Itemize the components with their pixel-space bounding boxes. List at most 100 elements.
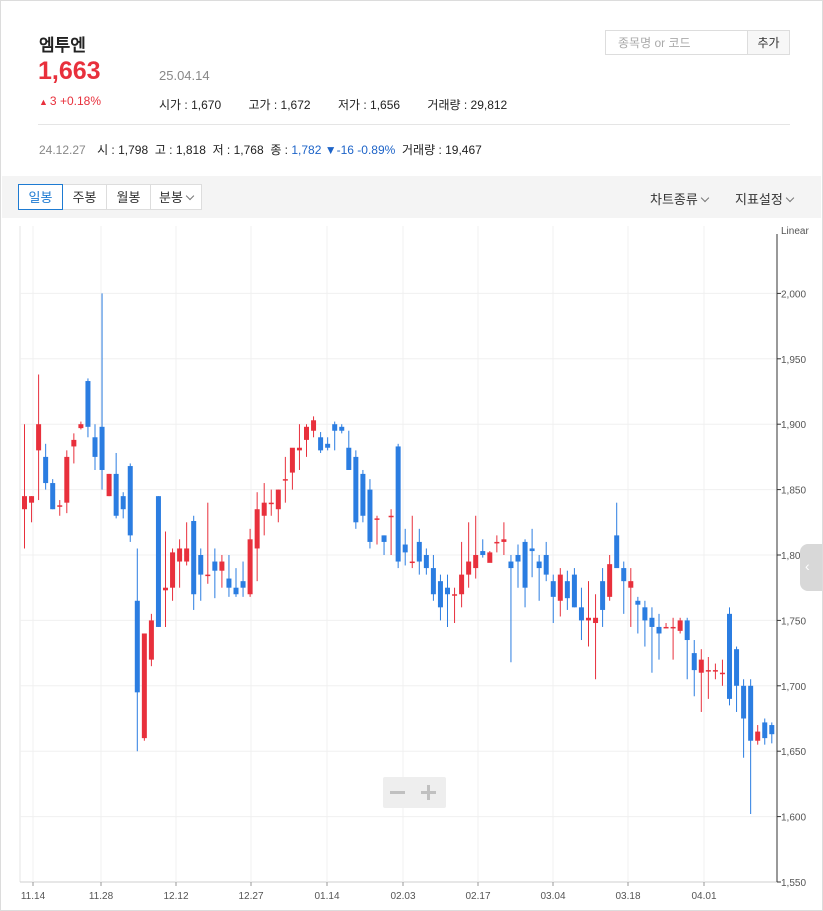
candle (113, 452, 119, 519)
scale-label: Linear (781, 226, 809, 237)
candle-body (29, 496, 35, 503)
tab-monthly[interactable]: 월봉 (106, 184, 151, 210)
quote-summary: 시가 : 1,670 고가 : 1,672 저가 : 1,656 거래량 : 2… (159, 96, 531, 113)
candle (198, 548, 204, 601)
candle-body (254, 509, 260, 549)
candle-body (719, 672, 725, 675)
candle (155, 496, 161, 627)
tab-daily[interactable]: 일봉 (18, 184, 63, 210)
candle-body (296, 447, 302, 451)
side-panel-handle[interactable]: ‹ (800, 544, 822, 591)
candle (127, 463, 133, 542)
candle-body (494, 541, 500, 544)
candle-body (85, 381, 91, 427)
chevron-left-icon: ‹ (805, 558, 810, 574)
candle-body (163, 587, 168, 591)
candle-body (473, 555, 479, 569)
candle-body (508, 561, 514, 569)
chart-type-menu[interactable]: 차트종류 (650, 189, 710, 208)
tab-minute[interactable]: 분봉 (150, 184, 202, 210)
candle (452, 587, 458, 624)
candle (233, 568, 239, 597)
y-tick-label: 1,550 (781, 878, 806, 889)
x-tick-label: 03.18 (615, 891, 640, 902)
candle (78, 421, 84, 430)
candle (635, 596, 641, 634)
candle (36, 374, 42, 501)
high-price: 고가 : 1,672 (248, 98, 311, 112)
candle-body (600, 581, 606, 610)
candle (296, 424, 302, 470)
candle-body (184, 548, 190, 562)
candle (480, 539, 486, 558)
candle-body (282, 479, 288, 481)
candle-body (430, 568, 436, 595)
candle (649, 607, 655, 673)
candle (691, 640, 697, 697)
candle (381, 535, 387, 555)
add-button[interactable]: 추가 (747, 30, 790, 55)
candle-body (275, 489, 281, 510)
candle (395, 443, 401, 569)
zoom-in-button-vertical (427, 785, 430, 800)
candle (522, 539, 528, 608)
candlestick-chart[interactable]: 1,5501,6001,6501,7001,7501,8001,8501,900… (1, 218, 822, 910)
candle-body (452, 594, 458, 596)
candle (141, 633, 147, 741)
candle-body (360, 473, 366, 516)
candle-body (423, 555, 429, 569)
tab-weekly[interactable]: 주봉 (62, 184, 107, 210)
candle (607, 555, 613, 601)
candle (614, 502, 620, 569)
candle (148, 613, 154, 667)
candle-body (99, 426, 105, 470)
candle-body (437, 581, 443, 608)
zoom-out-button[interactable] (390, 791, 405, 794)
change-percent: +0.18% (59, 94, 101, 108)
candle-body (734, 649, 740, 686)
y-tick-label: 2,000 (781, 289, 806, 300)
candle-body (289, 447, 295, 473)
hover-low: 저 : 1,768 (212, 143, 264, 157)
candle (275, 489, 281, 523)
chart-widget: 엠투엔 1,663 ▲ 3 +0.18% 25.04.14 시가 : 1,670 … (0, 0, 823, 911)
zoom-controls (383, 777, 446, 808)
candle-body (78, 424, 84, 429)
candle (508, 555, 514, 663)
candle (268, 489, 274, 516)
candle (289, 447, 295, 490)
candle-body (515, 555, 521, 562)
candle-body (332, 424, 338, 431)
candle (226, 555, 232, 597)
candle-body (155, 496, 161, 627)
candle-body (233, 587, 239, 595)
candle (586, 581, 591, 647)
candle (205, 502, 211, 584)
candle-body (134, 600, 140, 693)
candle (705, 657, 711, 699)
candle (71, 433, 77, 464)
candle-body (677, 620, 683, 631)
candle-body (445, 587, 450, 595)
candle (684, 617, 690, 680)
candle-body (177, 548, 183, 562)
candle-body (402, 544, 408, 553)
candle-body (656, 626, 662, 634)
up-triangle-icon: ▲ (39, 97, 48, 107)
candle-body (226, 578, 232, 588)
candle-body (346, 447, 352, 470)
change-amount: 3 (49, 94, 57, 108)
candle (92, 424, 98, 470)
candle-body (311, 420, 317, 431)
search-input[interactable] (605, 30, 747, 55)
candle (353, 450, 359, 529)
candle-body (127, 466, 133, 536)
candle-body (727, 613, 732, 699)
candle (85, 378, 91, 438)
candle (642, 600, 648, 647)
candle-body (748, 685, 754, 741)
indicator-settings-menu[interactable]: 지표설정 (735, 189, 795, 208)
candle (311, 416, 317, 438)
candle (459, 541, 465, 608)
candle-body (106, 473, 112, 497)
